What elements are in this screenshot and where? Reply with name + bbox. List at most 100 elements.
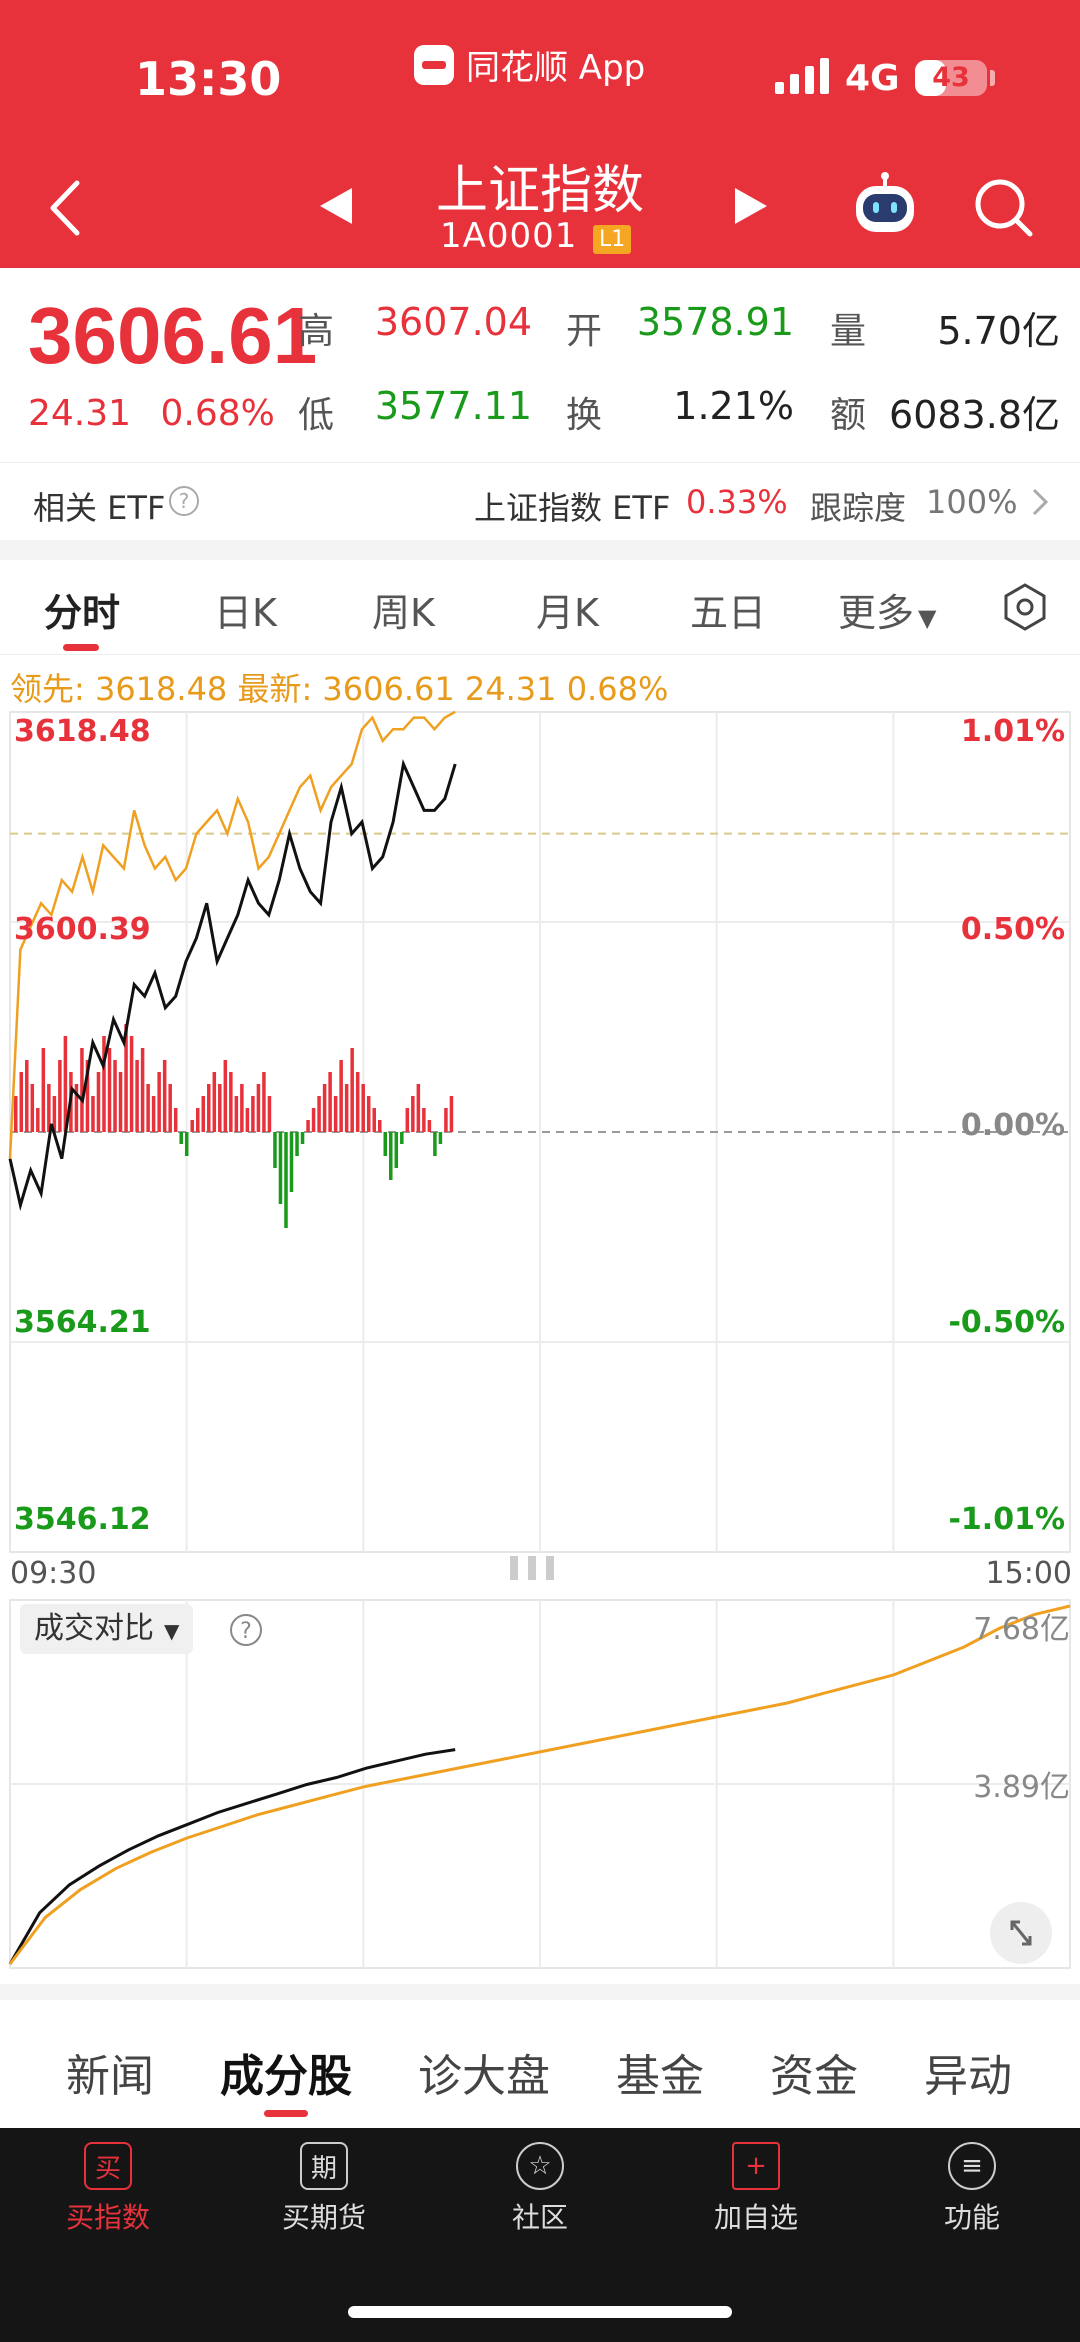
status-app-indicator: 同花顺 App (414, 40, 645, 89)
intraday-chart[interactable] (0, 700, 1080, 1580)
tab-capital[interactable]: 资金 (770, 2040, 858, 2104)
tab-diagnose[interactable]: 诊大盘 (418, 2040, 550, 2104)
caret-down-icon: ▼ (164, 1619, 180, 1643)
amount-value: 6083.8亿 (889, 393, 1060, 437)
volume-bar (129, 1036, 134, 1132)
y-label-left-bottom: 3546.12 (14, 1502, 151, 1537)
buy-futures-button[interactable]: 期 买期货 (254, 2142, 394, 2236)
volume-bar (256, 1084, 261, 1132)
svg-text:?: ? (179, 489, 190, 513)
volume-bar (25, 1060, 29, 1132)
y-label-left-mid-lower: 3564.21 (14, 1305, 151, 1340)
open-value: 3578.91 (636, 300, 794, 344)
battery-level: 43 (932, 62, 970, 93)
volume-bar (438, 1132, 443, 1144)
change-percent: 0.68% (160, 393, 275, 434)
volume-bar (278, 1132, 283, 1204)
tab-movements[interactable]: 异动 (924, 2040, 1012, 2104)
functions-button[interactable]: ≡ 功能 (902, 2142, 1042, 2236)
y-label-right-1: 0.50% (960, 912, 1065, 947)
signal-icon (775, 58, 829, 94)
help-icon[interactable]: ? (168, 485, 200, 517)
tab-more-label: 更多 (838, 591, 915, 635)
turnover-label: 换 (566, 395, 603, 436)
add-watchlist-label: 加自选 (713, 2201, 798, 2234)
volume-bar (140, 1048, 145, 1132)
volume-bar (168, 1084, 172, 1132)
community-label: 社区 (511, 2201, 568, 2234)
volume-bar (422, 1108, 426, 1132)
back-icon[interactable] (45, 178, 85, 238)
volume-bar (284, 1132, 288, 1228)
add-watchlist-button[interactable]: + 加自选 (686, 2142, 826, 2236)
volume-bar (162, 1060, 167, 1132)
volume-bar (41, 1048, 46, 1132)
volume-bar (311, 1108, 316, 1132)
svg-text:?: ? (240, 1619, 252, 1644)
volume-bar (322, 1084, 327, 1132)
low-value: 3577.11 (374, 384, 532, 428)
index-price-line (8, 758, 457, 1212)
functions-label: 功能 (943, 2201, 1000, 2234)
volume-bar (295, 1132, 299, 1156)
buy-icon: 买 (84, 2142, 132, 2190)
tab-five-day[interactable]: 五日 (690, 582, 766, 637)
x-label-end: 15:00 (985, 1556, 1072, 1591)
home-indicator[interactable] (348, 2306, 732, 2318)
star-icon: ☆ (516, 2142, 564, 2190)
tab-daily-k[interactable]: 日K (214, 582, 277, 637)
community-button[interactable]: ☆ 社区 (470, 2142, 610, 2236)
volume-bar (240, 1084, 244, 1132)
volume-bar (394, 1132, 399, 1168)
status-app-name: 同花顺 App (466, 48, 646, 88)
volume-bar (427, 1120, 432, 1132)
search-icon[interactable] (972, 176, 1036, 240)
volume-bar (355, 1072, 360, 1132)
volume-bar (212, 1072, 217, 1132)
tab-divider (0, 654, 1080, 655)
volume-bar (383, 1132, 388, 1156)
volume-bar (366, 1096, 371, 1132)
volume-bar (328, 1072, 332, 1132)
tab-intraday[interactable]: 分时 (44, 582, 120, 637)
change-value: 24.31 (28, 393, 132, 434)
tab-weekly-k[interactable]: 周K (372, 582, 435, 637)
page-title: 上证指数 (435, 161, 644, 221)
volume-bar (107, 1048, 112, 1132)
related-etf-label: 相关 ETF (33, 489, 166, 527)
volume-bar (207, 1084, 211, 1132)
volume-bar (58, 1060, 62, 1132)
volume-bar (400, 1132, 404, 1144)
volume-bar (201, 1096, 206, 1132)
next-index-icon[interactable] (733, 186, 769, 226)
volume-bar (223, 1060, 228, 1132)
buy-futures-label: 买期货 (281, 2201, 366, 2234)
volume-bar (444, 1108, 448, 1132)
drag-handle-icon[interactable] (508, 1552, 568, 1584)
help-icon[interactable]: ? (228, 1612, 264, 1648)
bottom-tab-indicator (264, 2110, 308, 2117)
related-etf-row[interactable]: 相关 ETF ? 上证指数 ETF 0.33% 跟踪度 100% (0, 462, 1080, 540)
volume-bar (377, 1120, 382, 1132)
tab-more[interactable]: 更多 ▼ (838, 582, 936, 637)
volume-bar (234, 1096, 239, 1132)
volume-bar (245, 1108, 250, 1132)
tab-constituents[interactable]: 成分股 (220, 2040, 352, 2104)
volume-bar (195, 1108, 200, 1132)
fullscreen-button[interactable] (990, 1902, 1052, 1964)
y-label-right-3: -0.50% (948, 1305, 1065, 1340)
tracking-label: 跟踪度 (810, 489, 907, 527)
tab-indicator (63, 644, 99, 651)
low-label: 低 (298, 395, 335, 436)
volume-bar (372, 1108, 376, 1132)
network-type: 4G (845, 58, 900, 99)
chart-settings-icon[interactable] (1000, 582, 1050, 632)
volume-bar (416, 1084, 421, 1132)
assistant-robot-icon[interactable] (850, 172, 920, 242)
volume-compare-selector[interactable]: 成交对比 ▼ (20, 1604, 194, 1654)
tab-funds[interactable]: 基金 (616, 2040, 704, 2104)
buy-index-button[interactable]: 买 买指数 (38, 2142, 178, 2236)
tab-monthly-k[interactable]: 月K (536, 582, 599, 637)
chevron-right-icon (1032, 488, 1049, 516)
tab-news[interactable]: 新闻 (66, 2040, 154, 2104)
